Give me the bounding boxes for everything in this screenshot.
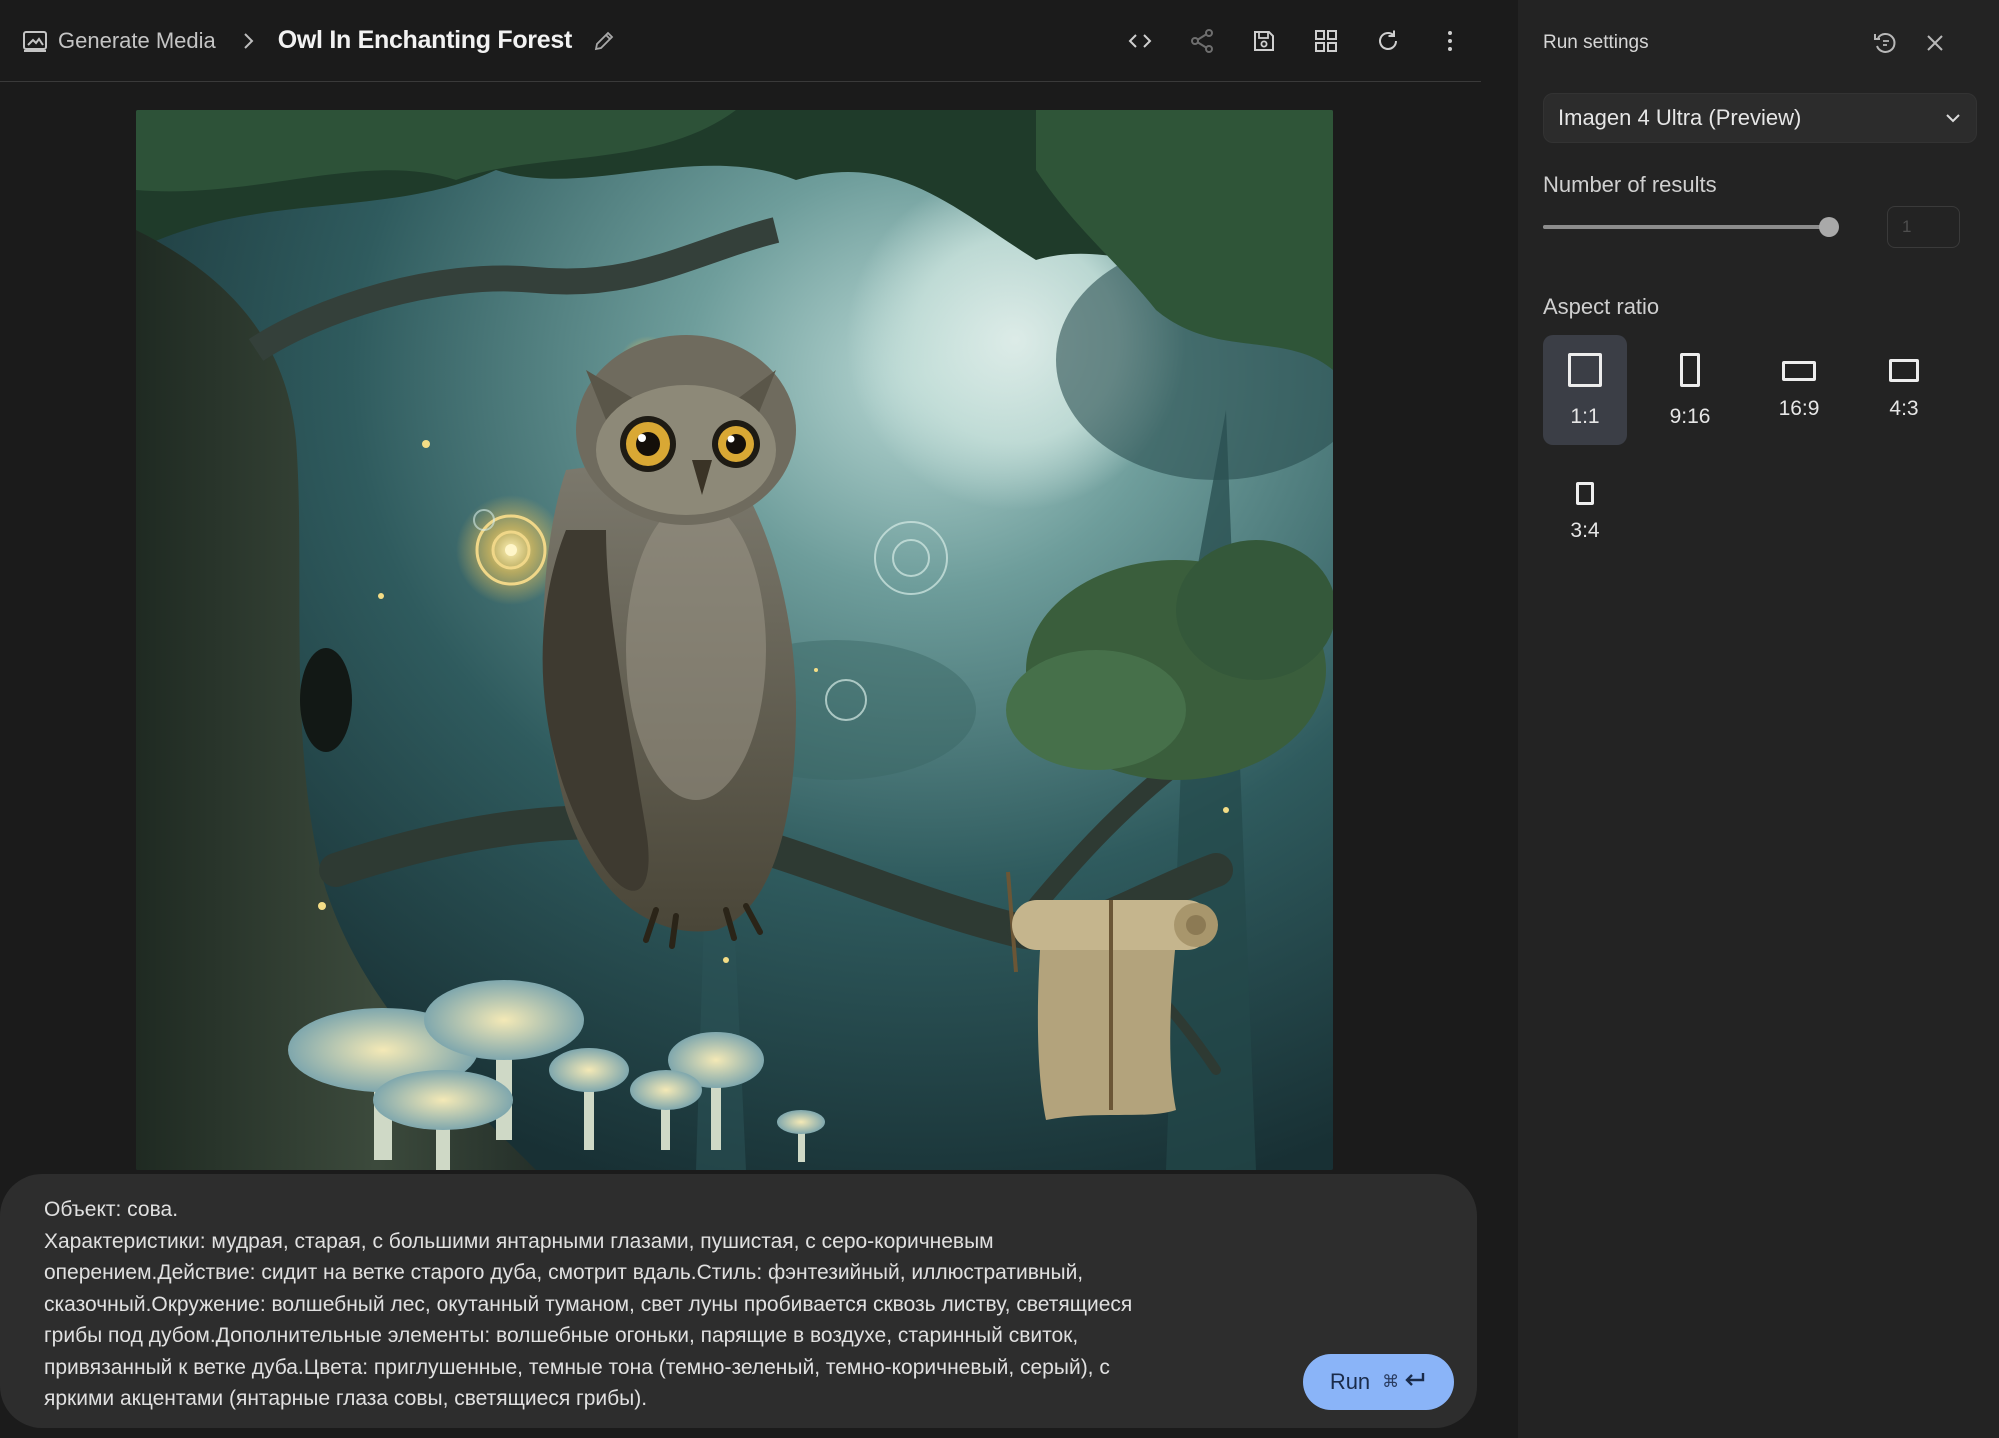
chevron-down-icon — [1946, 114, 1960, 123]
number-of-results-input[interactable] — [1887, 206, 1960, 248]
breadcrumb-parent-link[interactable]: Generate Media — [58, 28, 216, 54]
square-ratio-icon — [1568, 353, 1602, 387]
aspect-ratio-9-16[interactable]: 9:16 — [1648, 335, 1732, 445]
landscape-ratio-icon — [1782, 361, 1816, 381]
wide-ratio-icon — [1889, 359, 1919, 382]
aspect-ratio-3-4[interactable]: 3:4 — [1543, 462, 1627, 572]
model-select[interactable]: Imagen 4 Ultra (Preview) — [1543, 93, 1977, 143]
run-settings-panel: Run settings Imagen 4 Ultra (Preview) Nu… — [1518, 0, 1999, 1438]
aspect-ratio-label-1-1: 1:1 — [1570, 405, 1600, 428]
aspect-ratio-1-1[interactable]: 1:1 — [1543, 335, 1627, 445]
aspect-ratio-label-9-16: 9:16 — [1669, 405, 1711, 428]
header: Generate Media Owl In Enchanting Forest — [0, 0, 1481, 82]
slider-thumb[interactable] — [1819, 217, 1839, 237]
prompt-box[interactable]: Объект: сова. Характеристики: мудрая, ст… — [0, 1174, 1477, 1428]
image-icon — [22, 28, 48, 54]
aspect-ratio-label: Aspect ratio — [1543, 294, 1660, 319]
page-title: Owl In Enchanting Forest — [277, 26, 573, 54]
number-of-results-slider[interactable] — [1543, 215, 1839, 239]
tall-ratio-icon — [1576, 482, 1594, 505]
model-select-value: Imagen 4 Ultra (Preview) — [1558, 105, 1802, 130]
aspect-ratio-16-9[interactable]: 16:9 — [1757, 335, 1841, 445]
command-icon: ⌘ — [1382, 1372, 1400, 1391]
code-icon[interactable] — [1109, 10, 1171, 72]
toolbar — [1109, 0, 1481, 82]
panel-title: Run settings — [1543, 32, 1649, 53]
enter-icon — [1403, 1371, 1427, 1394]
close-icon[interactable] — [1918, 26, 1952, 60]
chevron-right-icon — [242, 31, 256, 51]
breadcrumb: Generate Media Owl In Enchanting Forest — [0, 0, 616, 81]
generated-image[interactable] — [136, 110, 1333, 1170]
run-label: Run — [1329, 1369, 1371, 1394]
pencil-icon[interactable] — [592, 29, 616, 53]
run-shortcut: ⌘ — [1382, 1371, 1427, 1394]
aspect-ratio-4-3[interactable]: 4:3 — [1862, 335, 1946, 445]
grid-icon[interactable] — [1295, 10, 1357, 72]
reset-icon[interactable] — [1868, 26, 1902, 60]
number-of-results-label: Number of results — [1543, 172, 1717, 197]
run-button[interactable]: Run ⌘ — [1303, 1354, 1454, 1410]
slider-fill — [1543, 225, 1829, 229]
portrait-ratio-icon — [1680, 353, 1700, 387]
aspect-ratio-label-16-9: 16:9 — [1778, 397, 1820, 420]
share-icon[interactable] — [1171, 10, 1233, 72]
prompt-input[interactable]: Объект: сова. Характеристики: мудрая, ст… — [44, 1194, 1289, 1415]
refresh-icon[interactable] — [1357, 10, 1419, 72]
app-root: Generate Media Owl In Enchanting Forest — [0, 0, 1999, 1438]
aspect-ratio-label-4-3: 4:3 — [1889, 397, 1919, 420]
aspect-ratio-label-3-4: 3:4 — [1570, 519, 1600, 542]
more-vert-icon[interactable] — [1419, 10, 1481, 72]
save-icon[interactable] — [1233, 10, 1295, 72]
